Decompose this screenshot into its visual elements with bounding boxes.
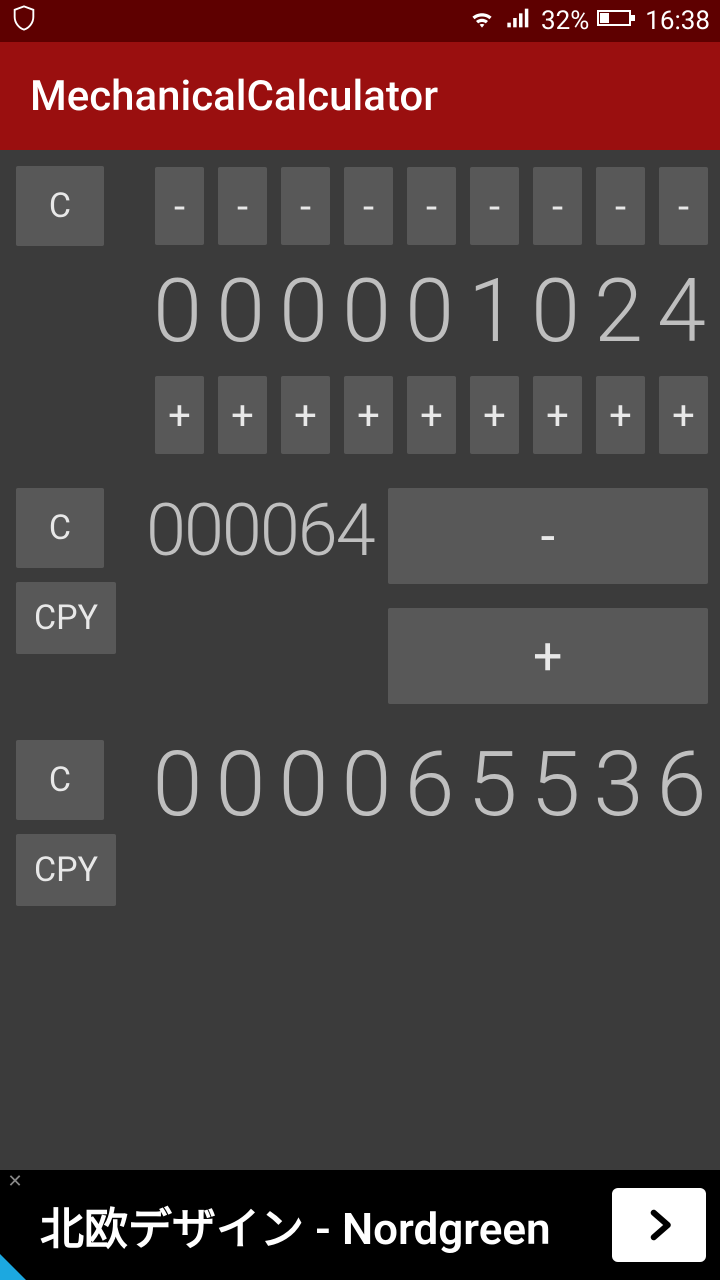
ad-info-icon[interactable] [0,1254,26,1280]
digit: 0 [335,740,398,906]
copy-register-2-button[interactable]: CPY [16,582,116,654]
ad-text: 北欧デザイン - Nordgreen [0,1193,612,1257]
digit: 6 [398,740,461,906]
ad-forward-button[interactable] [612,1188,706,1262]
digit-plus-button[interactable]: + [344,376,393,454]
main-content: C - - - - - - - - - 0 0 0 0 0 1 [0,150,720,906]
battery-icon [597,6,637,36]
digit-plus-button[interactable]: + [155,376,204,454]
digit: 6 [650,740,713,906]
digit: 2 [587,268,650,356]
subtract-button[interactable]: - [388,488,708,584]
register-1: C - - - - - - - - - 0 0 0 0 0 1 [16,166,708,454]
clear-register-2-button[interactable]: C [16,488,104,568]
clear-register-3-button[interactable]: C [16,740,104,820]
minus-button-row: - - - - - - - - - [146,167,708,245]
digit-plus-button[interactable]: + [596,376,645,454]
digit: 5 [461,740,524,906]
digit-minus-button[interactable]: - [281,167,330,245]
digit-plus-button[interactable]: + [470,376,519,454]
app-title: MechanicalCalculator [30,72,438,121]
digit-plus-button[interactable]: + [281,376,330,454]
digit: 0 [209,740,272,906]
digit: 0 [524,268,587,356]
register-3: C CPY 0 0 0 0 6 5 5 3 6 [16,740,708,906]
battery-percent: 32% [541,6,589,36]
digit-plus-button[interactable]: + [659,376,708,454]
clock-text: 16:38 [645,6,710,36]
digit-plus-button[interactable]: + [533,376,582,454]
digit-minus-button[interactable]: - [218,167,267,245]
digit: 4 [650,268,713,356]
digit: 0 [272,740,335,906]
digit: 0 [398,268,461,356]
register-1-display: 0 0 0 0 0 1 0 2 4 [146,268,713,356]
wifi-icon [467,6,497,37]
digit-minus-button[interactable]: - [659,167,708,245]
add-button[interactable]: + [388,608,708,704]
digit-minus-button[interactable]: - [344,167,393,245]
shield-icon [10,4,38,39]
digit: 5 [524,740,587,906]
clear-register-1-button[interactable]: C [16,166,104,246]
digit-minus-button[interactable]: - [596,167,645,245]
register-3-display: 0 0 0 0 6 5 5 3 6 [146,740,713,906]
copy-register-3-button[interactable]: CPY [16,834,116,906]
digit: 3 [587,740,650,906]
ad-close-icon[interactable]: ✕ [4,1170,26,1192]
register-2: C CPY 000064 - + [16,488,708,704]
digit-minus-button[interactable]: - [533,167,582,245]
digit: 0 [272,268,335,356]
digit-plus-button[interactable]: + [407,376,456,454]
plus-button-row: + + + + + + + + + [146,376,708,454]
digit: 0 [146,740,209,906]
digit-minus-button[interactable]: - [470,167,519,245]
digit: 0 [209,268,272,356]
digit: 1 [461,268,524,356]
digit-minus-button[interactable]: - [155,167,204,245]
digit: 0 [146,268,209,356]
digit-minus-button[interactable]: - [407,167,456,245]
digit: 0 [335,268,398,356]
digit-plus-button[interactable]: + [218,376,267,454]
status-bar: 32% 16:38 [0,0,720,42]
register-2-display: 000064 [146,488,374,704]
app-bar: MechanicalCalculator [0,42,720,150]
signal-icon [505,6,533,37]
ad-banner[interactable]: ✕ 北欧デザイン - Nordgreen [0,1170,720,1280]
